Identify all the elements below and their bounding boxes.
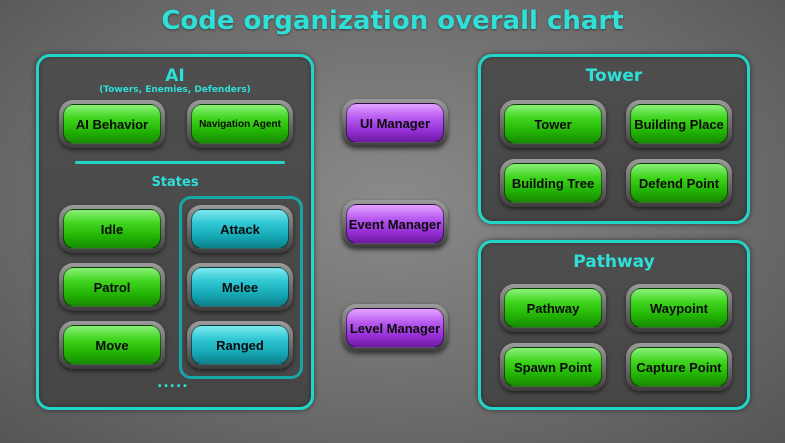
tower-panel-title: Tower bbox=[585, 66, 643, 86]
ai-behavior-button[interactable]: AI Behavior bbox=[59, 100, 165, 148]
ai-panel-subtitle: (Towers, Enemies, Defenders) bbox=[99, 85, 251, 95]
building-tree-button[interactable]: Building Tree bbox=[500, 159, 606, 207]
defend-point-button[interactable]: Defend Point bbox=[626, 159, 732, 207]
building-place-button[interactable]: Building Place bbox=[626, 100, 732, 148]
pathway-button[interactable]: Pathway bbox=[500, 284, 606, 332]
pathway-panel-title: Pathway bbox=[573, 252, 655, 272]
attack-label: Attack bbox=[191, 209, 289, 249]
ui-manager-label: UI Manager bbox=[346, 103, 444, 143]
navigation-agent-button[interactable]: Navigation Agent bbox=[187, 100, 293, 148]
ranged-label: Ranged bbox=[191, 325, 289, 365]
event-manager-button[interactable]: Event Manager bbox=[342, 200, 448, 248]
ui-manager-button[interactable]: UI Manager bbox=[342, 99, 448, 147]
defend-point-label: Defend Point bbox=[630, 163, 728, 203]
idle-label: Idle bbox=[63, 209, 161, 249]
patrol-label: Patrol bbox=[63, 267, 161, 307]
ai-behavior-label: AI Behavior bbox=[63, 104, 161, 144]
pathway-panel: Pathway Pathway Waypoint Spawn Point Cap… bbox=[478, 240, 750, 410]
tower-label: Tower bbox=[504, 104, 602, 144]
pathway-label: Pathway bbox=[504, 288, 602, 328]
melee-label: Melee bbox=[191, 267, 289, 307]
spawn-point-button[interactable]: Spawn Point bbox=[500, 343, 606, 391]
building-place-label: Building Place bbox=[630, 104, 728, 144]
states-label: States bbox=[151, 175, 199, 190]
level-manager-button[interactable]: Level Manager bbox=[342, 304, 448, 352]
attack-button[interactable]: Attack bbox=[187, 205, 293, 253]
tower-button[interactable]: Tower bbox=[500, 100, 606, 148]
capture-point-button[interactable]: Capture Point bbox=[626, 343, 732, 391]
more-indicator: ..... bbox=[157, 375, 189, 391]
ai-panel-title: AI bbox=[165, 66, 185, 86]
patrol-button[interactable]: Patrol bbox=[59, 263, 165, 311]
ranged-button[interactable]: Ranged bbox=[187, 321, 293, 369]
move-label: Move bbox=[63, 325, 161, 365]
capture-point-label: Capture Point bbox=[630, 347, 728, 387]
waypoint-label: Waypoint bbox=[630, 288, 728, 328]
ai-panel: AI (Towers, Enemies, Defenders) AI Behav… bbox=[36, 54, 314, 410]
building-tree-label: Building Tree bbox=[504, 163, 602, 203]
tower-panel: Tower Tower Building Place Building Tree… bbox=[478, 54, 750, 224]
melee-button[interactable]: Melee bbox=[187, 263, 293, 311]
idle-button[interactable]: Idle bbox=[59, 205, 165, 253]
move-button[interactable]: Move bbox=[59, 321, 165, 369]
spawn-point-label: Spawn Point bbox=[504, 347, 602, 387]
level-manager-label: Level Manager bbox=[346, 308, 444, 348]
event-manager-label: Event Manager bbox=[346, 204, 444, 244]
chart-title: Code organization overall chart bbox=[161, 6, 624, 36]
navigation-agent-label: Navigation Agent bbox=[191, 104, 289, 144]
waypoint-button[interactable]: Waypoint bbox=[626, 284, 732, 332]
ai-divider bbox=[75, 161, 285, 164]
